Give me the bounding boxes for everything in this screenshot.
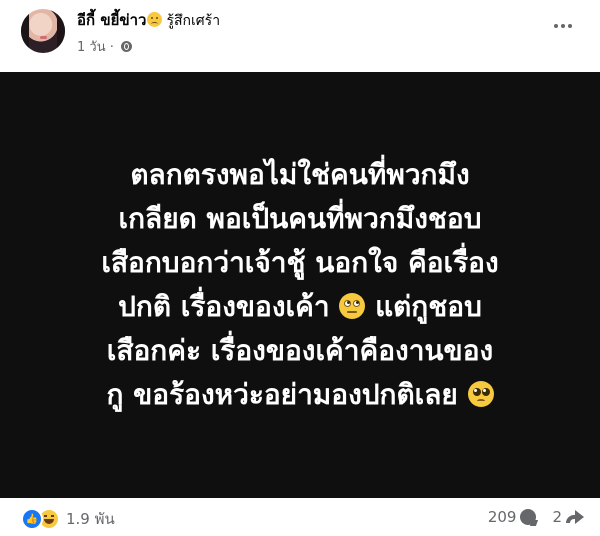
more-dot-icon (568, 24, 572, 28)
post-footer: 👍 1.9 พัน 209 2 (0, 498, 600, 536)
post-text-segment: แต่กูชอบ (375, 290, 482, 323)
post-content-image[interactable]: ตลกตรงพอไม่ใช่คนที่พวกมึง เกลียด พอเป็นค… (0, 72, 600, 498)
avatar-lips (40, 36, 47, 39)
feeling-text[interactable]: รู้สึกเศร้า (166, 13, 220, 29)
like-reaction-icon: 👍 (21, 508, 43, 530)
post-text-segment: ปกติ เรื่องของเค้า (118, 290, 330, 323)
more-dot-icon (554, 24, 558, 28)
post-text-line: ตลกตรงพอไม่ใช่คนที่พวกมึง (130, 158, 470, 191)
sad-face-emoji-icon (147, 12, 163, 27)
comment-icon (520, 509, 537, 525)
post-text-line-with-emoji: ปกติ เรื่องของเค้า แต่กูชอบ (30, 285, 570, 329)
pleading-face-emoji-icon (467, 381, 494, 407)
author-name[interactable]: อีกี้ ขยี้ข่าว (77, 11, 146, 29)
post-text-line: เกลียด พอเป็นคนที่พวกมึงชอบ (118, 202, 482, 235)
post-header: อีกี้ ขยี้ข่าว รู้สึกเศร้า 1 วัน · (0, 0, 600, 72)
engagement-stats: 209 2 (488, 508, 584, 526)
reactions-summary[interactable]: 👍 1.9 พัน (21, 507, 115, 531)
post-meta: 1 วัน · (77, 36, 133, 57)
post-text-segment: กู ขอร้องหว่ะอย่ามองปกติเลย (106, 378, 458, 411)
reaction-count: 1.9 พัน (66, 510, 115, 528)
avatar-hair (21, 9, 65, 53)
face-with-rolling-eyes-emoji-icon (339, 293, 366, 319)
post-timestamp[interactable]: 1 วัน (77, 40, 106, 55)
share-icon (566, 509, 584, 525)
facebook-post: อีกี้ ขยี้ข่าว รู้สึกเศร้า 1 วัน · ตลกตรง… (0, 0, 600, 536)
share-count: 2 (552, 508, 562, 526)
post-text-line-with-emoji: กู ขอร้องหว่ะอย่ามองปกติเลย (30, 373, 570, 417)
comment-count: 209 (487, 508, 517, 526)
comments-count-link[interactable]: 209 (488, 508, 537, 526)
author-avatar[interactable] (21, 9, 65, 53)
author-line: อีกี้ ขยี้ข่าว รู้สึกเศร้า (77, 10, 220, 31)
post-text-line: เสือกค่ะ เรื่องของเค้าคืองานของ (106, 334, 494, 367)
more-options-button[interactable] (548, 16, 578, 36)
shares-count-link[interactable]: 2 (552, 508, 584, 526)
more-dot-icon (561, 24, 565, 28)
post-text: ตลกตรงพอไม่ใช่คนที่พวกมึง เกลียด พอเป็นค… (30, 153, 570, 417)
meta-separator: · (109, 40, 114, 55)
globe-icon[interactable] (121, 41, 133, 52)
post-text-line: เสือกบอกว่าเจ้าชู้ นอกใจ คือเรื่อง (101, 246, 499, 279)
